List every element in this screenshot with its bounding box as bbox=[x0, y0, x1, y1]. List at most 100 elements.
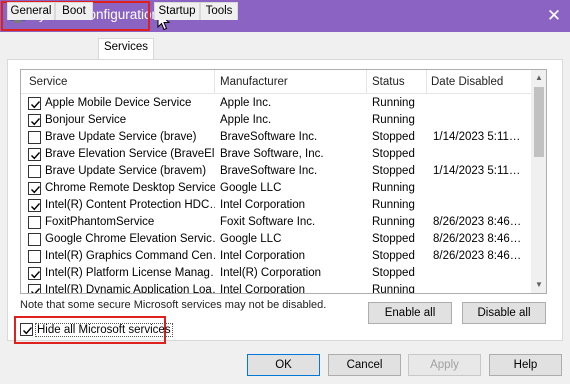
tab-general[interactable]: General bbox=[7, 2, 55, 20]
service-checkbox[interactable] bbox=[28, 250, 41, 263]
service-name: Intel(R) Platform License Manag… bbox=[45, 267, 215, 279]
service-name: Bonjour Service bbox=[45, 114, 127, 126]
service-status: Running bbox=[372, 97, 415, 109]
header-date-disabled[interactable]: Date Disabled bbox=[431, 76, 503, 88]
cancel-button[interactable]: Cancel bbox=[328, 354, 401, 376]
service-status: Stopped bbox=[372, 233, 415, 245]
service-manufacturer: BraveSoftware Inc. bbox=[220, 131, 318, 143]
service-checkbox[interactable] bbox=[28, 131, 41, 144]
service-manufacturer: Foxit Software Inc. bbox=[220, 216, 316, 228]
table-row[interactable]: Intel(R) Dynamic Application Loa… Intel C… bbox=[21, 282, 531, 294]
service-status: Running bbox=[372, 284, 415, 294]
scrollbar-thumb[interactable] bbox=[534, 87, 544, 157]
checkmark-icon bbox=[23, 327, 33, 335]
checkmark-icon bbox=[31, 101, 41, 109]
checkmark-icon bbox=[31, 118, 41, 126]
service-date-disabled: 8/26/2023 8:46… bbox=[433, 250, 522, 262]
service-manufacturer: Intel(R) Corporation bbox=[220, 267, 321, 279]
hide-microsoft-services-highlight: Hide all Microsoft services bbox=[14, 316, 173, 344]
apply-button[interactable]: Apply bbox=[408, 354, 481, 376]
service-manufacturer: Apple Inc. bbox=[220, 97, 272, 109]
service-status: Running bbox=[372, 199, 415, 211]
service-manufacturer: BraveSoftware Inc. bbox=[220, 165, 318, 177]
table-row[interactable]: Intel(R) Content Protection HDC… Intel Co… bbox=[21, 197, 531, 214]
service-manufacturer: Intel Corporation bbox=[220, 250, 306, 262]
table-row[interactable]: Brave Update Service (bravem) BraveSoftwa… bbox=[21, 163, 531, 180]
service-name: Apple Mobile Device Service bbox=[45, 97, 192, 109]
service-name: Brave Update Service (brave) bbox=[45, 131, 197, 143]
service-name: Intel(R) Dynamic Application Loa… bbox=[45, 284, 215, 294]
service-manufacturer: Google LLC bbox=[220, 233, 282, 245]
header-manufacturer[interactable]: Manufacturer bbox=[220, 76, 288, 88]
table-row[interactable]: Brave Update Service (brave) BraveSoftwar… bbox=[21, 129, 531, 146]
table-header: Service Manufacturer Status Date Disable… bbox=[21, 70, 531, 94]
table-row[interactable]: Chrome Remote Desktop Service Google LLC R… bbox=[21, 180, 531, 197]
services-table[interactable]: Service Manufacturer Status Date Disable… bbox=[20, 69, 547, 294]
ok-button[interactable]: OK bbox=[247, 354, 320, 376]
service-status: Stopped bbox=[372, 165, 415, 177]
table-row[interactable]: Apple Mobile Device Service Apple Inc. Run… bbox=[21, 95, 531, 112]
service-checkbox[interactable] bbox=[28, 97, 41, 110]
service-name: Intel(R) Content Protection HDC… bbox=[45, 199, 215, 211]
disable-all-button[interactable]: Disable all bbox=[462, 302, 546, 324]
service-name: Brave Update Service (bravem) bbox=[45, 165, 207, 177]
checkmark-icon bbox=[31, 288, 41, 293]
header-status[interactable]: Status bbox=[372, 76, 405, 88]
hide-microsoft-services-checkbox[interactable] bbox=[20, 323, 33, 336]
checkmark-icon bbox=[31, 152, 41, 160]
table-row[interactable]: FoxitPhantomService Foxit Software Inc. Ru… bbox=[21, 214, 531, 231]
column-divider[interactable] bbox=[366, 70, 367, 94]
scroll-down-icon[interactable]: ▼ bbox=[531, 277, 546, 293]
service-status: Running bbox=[372, 114, 415, 126]
tab-boot[interactable]: Boot bbox=[55, 2, 93, 20]
service-checkbox[interactable] bbox=[28, 199, 41, 212]
service-checkbox[interactable] bbox=[28, 148, 41, 161]
service-status: Stopped bbox=[372, 131, 415, 143]
table-row[interactable]: Intel(R) Graphics Command Cen… Intel Corp… bbox=[21, 248, 531, 265]
checkmark-icon bbox=[31, 186, 41, 194]
service-name: Chrome Remote Desktop Service bbox=[45, 182, 215, 194]
tab-startup[interactable]: Startup bbox=[154, 2, 200, 20]
service-checkbox[interactable] bbox=[28, 233, 41, 246]
table-row[interactable]: Brave Elevation Service (BraveEl… Brave S… bbox=[21, 146, 531, 163]
column-divider[interactable] bbox=[214, 70, 215, 94]
service-name: FoxitPhantomService bbox=[45, 216, 155, 228]
scroll-up-icon[interactable]: ▲ bbox=[531, 70, 546, 86]
service-name: Intel(R) Graphics Command Cen… bbox=[45, 250, 215, 262]
service-name: Google Chrome Elevation Servic… bbox=[45, 233, 215, 245]
service-checkbox[interactable] bbox=[28, 182, 41, 195]
service-status: Running bbox=[372, 182, 415, 194]
service-date-disabled: 8/26/2023 8:46… bbox=[433, 233, 522, 245]
service-manufacturer: Intel Corporation bbox=[220, 284, 306, 294]
service-manufacturer: Intel Corporation bbox=[220, 199, 306, 211]
table-row[interactable]: Intel(R) Platform License Manag… Intel(R)… bbox=[21, 265, 531, 282]
service-status: Stopped bbox=[372, 148, 415, 160]
service-date-disabled: 1/14/2023 5:11… bbox=[433, 165, 521, 177]
help-button[interactable]: Help bbox=[489, 354, 562, 376]
enable-all-button[interactable]: Enable all bbox=[368, 302, 452, 324]
service-status: Stopped bbox=[372, 250, 415, 262]
table-row[interactable]: Google Chrome Elevation Servic… Google LL… bbox=[21, 231, 531, 248]
checkmark-icon bbox=[31, 203, 41, 211]
column-divider[interactable] bbox=[426, 70, 427, 94]
close-icon[interactable]: ✕ bbox=[543, 5, 565, 27]
service-name: Brave Elevation Service (BraveEl… bbox=[45, 148, 215, 160]
service-manufacturer: Google LLC bbox=[220, 182, 282, 194]
tab-tools[interactable]: Tools bbox=[200, 2, 238, 20]
service-date-disabled: 1/14/2023 5:11… bbox=[433, 131, 521, 143]
hide-microsoft-services-label[interactable]: Hide all Microsoft services bbox=[35, 323, 173, 337]
service-manufacturer: Apple Inc. bbox=[220, 114, 272, 126]
service-status: Running bbox=[372, 216, 415, 228]
tab-services[interactable]: Services bbox=[98, 38, 154, 59]
vertical-scrollbar[interactable]: ▲ ▼ bbox=[531, 70, 546, 293]
service-checkbox[interactable] bbox=[28, 216, 41, 229]
service-checkbox[interactable] bbox=[28, 267, 41, 280]
service-checkbox[interactable] bbox=[28, 165, 41, 178]
service-date-disabled: 8/26/2023 8:46… bbox=[433, 216, 522, 228]
header-service[interactable]: Service bbox=[29, 76, 67, 88]
service-checkbox[interactable] bbox=[28, 114, 41, 127]
service-manufacturer: Brave Software, Inc. bbox=[220, 148, 324, 160]
table-row[interactable]: Bonjour Service Apple Inc. Running bbox=[21, 112, 531, 129]
service-status: Stopped bbox=[372, 267, 415, 279]
service-checkbox[interactable] bbox=[28, 284, 41, 293]
